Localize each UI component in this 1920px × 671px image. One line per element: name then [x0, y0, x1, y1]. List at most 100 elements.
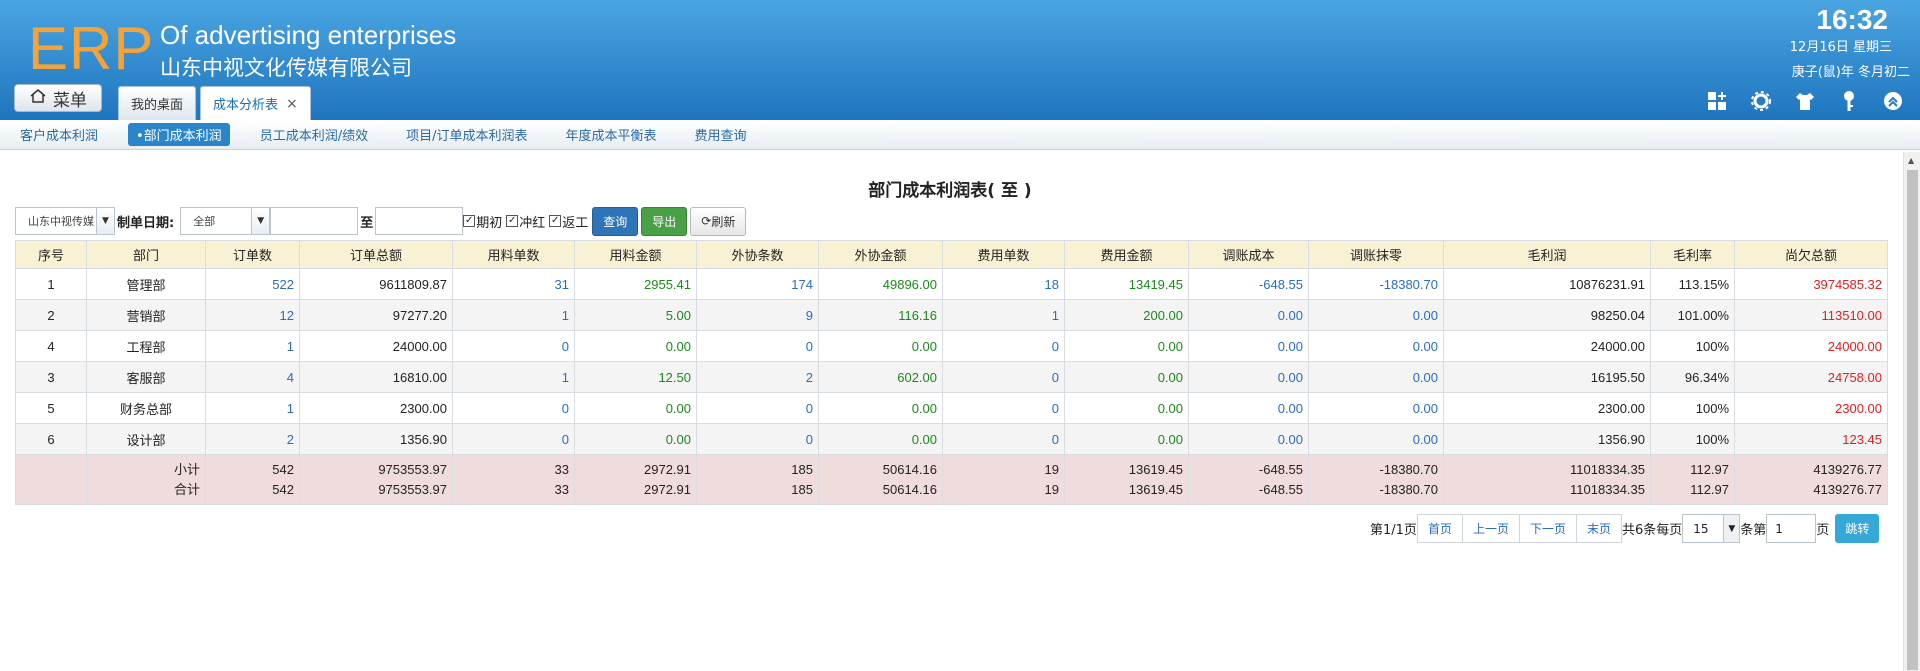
subnav-customer-cost[interactable]: 客户成本利润	[12, 123, 106, 146]
subtotal-value: 2972.91	[644, 461, 691, 477]
table-cell[interactable]: 522	[205, 268, 300, 300]
menu-button-label: 菜单	[53, 90, 87, 111]
table-cell[interactable]: 0	[942, 392, 1065, 424]
brand-company-name: 山东中视文化传媒有限公司	[160, 56, 412, 80]
last-page-button[interactable]: 末页	[1576, 514, 1622, 543]
tab-my-desktop[interactable]: 我的桌面	[118, 86, 197, 120]
subnav-employee-cost[interactable]: 员工成本利润/绩效	[252, 123, 376, 146]
go-page-button[interactable]: 跳转	[1835, 514, 1880, 543]
vertical-scrollbar[interactable]: ▲	[1903, 152, 1920, 671]
total-value: 112.97	[1690, 481, 1729, 497]
checkbox-label: 返工	[562, 215, 589, 231]
initial-checkbox[interactable]: ✓ 期初	[463, 212, 502, 231]
table-cell[interactable]: 0	[452, 330, 575, 362]
table-cell: 0.00	[1308, 392, 1444, 424]
table-cell[interactable]: 18	[942, 268, 1065, 300]
summary-cell: 13619.45 13619.45	[1064, 454, 1189, 505]
table-cell: 98250.04	[1443, 299, 1651, 331]
collapse-icon[interactable]	[1882, 90, 1904, 112]
table-cell[interactable]: 1	[452, 299, 575, 331]
start-date-input[interactable]	[270, 207, 359, 235]
table-cell[interactable]: 0	[452, 392, 575, 424]
company-select[interactable]: 山东中视传媒 ▼	[15, 207, 115, 235]
table-cell[interactable]: 0	[942, 330, 1065, 362]
scrollbar-thumb[interactable]	[1907, 170, 1918, 670]
subnav-department-cost[interactable]: •部门成本利润	[128, 123, 230, 146]
table-cell[interactable]: 31	[452, 268, 575, 300]
shirt-icon[interactable]	[1794, 90, 1816, 112]
refresh-button[interactable]: ⟳ 刷新	[690, 206, 747, 236]
table-cell[interactable]: 2	[205, 423, 300, 455]
table-cell[interactable]: 0	[942, 361, 1065, 393]
table-cell: 营销部	[86, 299, 206, 331]
table-cell[interactable]: 12	[205, 299, 300, 331]
total-value: -648.55	[1258, 481, 1303, 497]
next-page-button[interactable]: 下一页	[1519, 514, 1577, 543]
table-cell[interactable]: 0	[452, 423, 575, 455]
reverse-checkbox[interactable]: ✓ 冲红	[506, 212, 545, 231]
rework-checkbox[interactable]: ✓ 返工	[549, 212, 588, 231]
summary-cell: 2972.91 2972.91	[574, 454, 697, 505]
table-cell: 2955.41	[574, 268, 697, 300]
table-cell[interactable]: 1	[205, 392, 300, 424]
export-button[interactable]: 导出	[641, 206, 688, 236]
page-size-select[interactable]: 15 ▼	[1682, 514, 1741, 543]
page-size-value: 15	[1693, 521, 1709, 536]
checkbox-icon: ✓	[549, 215, 562, 227]
table-cell[interactable]: 9	[696, 299, 819, 331]
end-date-input[interactable]	[375, 207, 464, 235]
query-button[interactable]: 查询	[592, 206, 639, 236]
table-row: 2 营销部 12 97277.20 1 5.00 9 116.16 1 200.00 0.00 0.0…	[15, 299, 1888, 331]
scroll-up-icon[interactable]: ▲	[1908, 156, 1914, 165]
table-cell: 113.15%	[1650, 268, 1735, 300]
table-cell: 设计部	[86, 423, 206, 455]
department-cost-table: 序号 部门 订单数 订单总额 用料单数 用料金额 外协条数 外协金额 费用单数 …	[15, 240, 1888, 505]
table-cell: 0.00	[1188, 392, 1309, 424]
total-value: 4139276.77	[1813, 481, 1882, 497]
summary-cell: 542 542	[205, 454, 300, 505]
table-row: 4 工程部 1 24000.00 0 0.00 0 0.00 0 0.00 0.00 0.00 2400…	[15, 330, 1888, 362]
grid-add-icon[interactable]	[1706, 90, 1728, 112]
table-cell[interactable]: 1	[205, 330, 300, 362]
table-cell: -18380.70	[1308, 268, 1444, 300]
close-icon[interactable]: ×	[286, 96, 298, 112]
table-cell[interactable]: 1	[942, 299, 1065, 331]
date-range-select[interactable]: 全部 ▼	[180, 207, 271, 235]
table-cell: 16810.00	[299, 361, 453, 393]
table-cell: 0.00	[1064, 330, 1189, 362]
table-cell[interactable]: 0	[942, 423, 1065, 455]
erp-logo: ERP	[28, 15, 155, 82]
tab-cost-analysis[interactable]: 成本分析表 ×	[200, 86, 311, 120]
summary-cell: 33 33	[452, 454, 575, 505]
total-value: 50614.16	[882, 481, 937, 497]
table-cell[interactable]: 1	[452, 361, 575, 393]
key-icon[interactable]	[1838, 90, 1860, 112]
refresh-icon: ⟳	[701, 214, 712, 228]
table-cell[interactable]: 174	[696, 268, 819, 300]
column-header: 调账成本	[1188, 240, 1309, 269]
table-cell[interactable]: 0	[696, 392, 819, 424]
prev-page-button[interactable]: 上一页	[1462, 514, 1520, 543]
first-page-button[interactable]: 首页	[1416, 514, 1463, 543]
table-cell: 0.00	[1188, 361, 1309, 393]
table-cell: 100%	[1650, 423, 1735, 455]
column-header: 费用金额	[1064, 240, 1189, 269]
table-cell[interactable]: 4	[205, 361, 300, 393]
table-cell[interactable]: 0	[696, 330, 819, 362]
menu-button[interactable]: 菜单	[14, 84, 102, 112]
gear-icon[interactable]	[1750, 90, 1772, 112]
subnav-project-cost[interactable]: 项目/订单成本利润表	[398, 123, 535, 146]
page-info: 第1/1页	[1370, 523, 1417, 538]
subnav-annual-balance[interactable]: 年度成本平衡表	[557, 123, 664, 146]
table-cell: 0.00	[1308, 361, 1444, 393]
table-cell: 0.00	[574, 392, 697, 424]
table-cell[interactable]: 0	[696, 423, 819, 455]
table-cell: 200.00	[1064, 299, 1189, 331]
summary-cell: 11018334.35 11018334.35	[1443, 454, 1651, 505]
table-cell[interactable]: 2	[696, 361, 819, 393]
page-number-input[interactable]: 1	[1766, 514, 1817, 543]
subtotal-value: 13619.45	[1128, 461, 1183, 477]
subnav-expense-query[interactable]: 费用查询	[686, 123, 754, 146]
table-cell: 5.00	[574, 299, 697, 331]
table-cell: 2300.00	[1734, 392, 1888, 424]
